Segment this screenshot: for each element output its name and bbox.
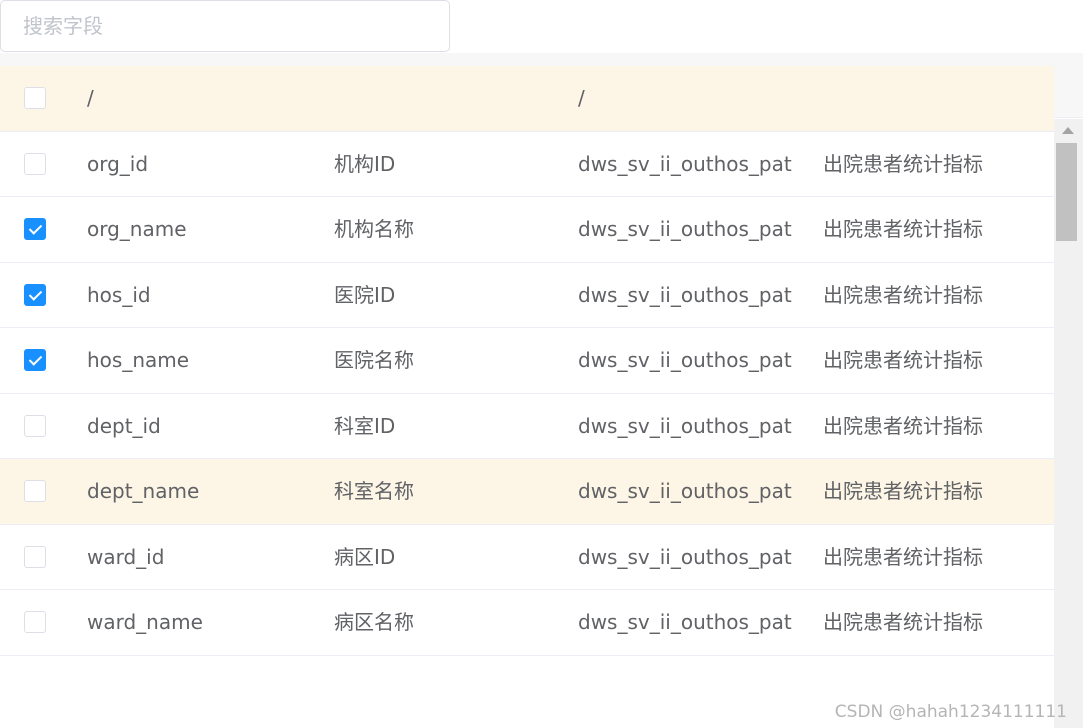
table-row[interactable]: org_name 机构名称 dws_sv_ii_outhos_pat 出院患者统计指标 (0, 197, 1054, 263)
field-comment-cell: 病区ID (334, 544, 396, 569)
row-checkbox[interactable] (24, 218, 46, 241)
field-comment-cell: 医院ID (334, 282, 396, 307)
field-name-cell: ward_name (87, 610, 203, 634)
table-comment-cell: 出院患者统计指标 (823, 217, 983, 241)
table-comment-cell: 出院患者统计指标 (823, 610, 983, 634)
field-name-cell: dept_id (87, 413, 161, 438)
row-checkbox[interactable] (24, 349, 46, 372)
table-name-cell: dws_sv_ii_outhos_pat (578, 610, 792, 634)
field-picker-panel: 字段名称 字段注释 表名 表注释 //org_id机构IDdws_sv_ii_o… (0, 0, 1083, 728)
field-comment-cell: 科室ID (334, 413, 396, 438)
table-row[interactable]: ward_id 病区ID dws_sv_ii_outhos_pat 出院患者统计指标 (0, 524, 1054, 590)
table-comment-cell: 出院患者统计指标 (823, 282, 983, 307)
table-comment-cell: 出院患者统计指标 (823, 151, 983, 176)
search-box[interactable] (0, 0, 450, 52)
search-input[interactable] (1, 1, 449, 51)
table-name-cell: dws_sv_ii_outhos_pat (578, 217, 792, 241)
field-name-cell: ward_id (87, 544, 165, 569)
table-row[interactable]: ward_name 病区名称 dws_sv_ii_outhos_pat 出院患者统计指… (0, 590, 1054, 656)
table-row[interactable]: org_id 机构ID dws_sv_ii_outhos_pat 出院患者统计指标 (0, 131, 1054, 197)
field-name-cell: org_name (87, 217, 187, 241)
field-comment-cell: 机构ID (334, 151, 396, 176)
field-name-cell: / (87, 86, 94, 110)
table-comment-cell: 出院患者统计指标 (823, 413, 983, 438)
table-row[interactable]: hos_id 医院ID dws_sv_ii_outhos_pat 出院患者统计指标 (0, 262, 1054, 328)
table-name-cell: dws_sv_ii_outhos_pat (578, 413, 792, 438)
table-row[interactable]: dept_id 科室ID dws_sv_ii_outhos_pat 出院患者统计指标 (0, 393, 1054, 459)
row-checkbox[interactable] (24, 545, 46, 568)
field-comment-cell: 科室名称 (334, 479, 414, 503)
table-name-cell: dws_sv_ii_outhos_pat (578, 151, 792, 176)
table-name-cell: / (578, 86, 585, 110)
field-name-cell: hos_name (87, 348, 190, 372)
table-comment-cell: 出院患者统计指标 (823, 544, 983, 569)
row-checkbox[interactable] (24, 87, 46, 110)
field-name-cell: org_id (87, 151, 149, 176)
row-checkbox[interactable] (24, 414, 46, 437)
vertical-scrollbar[interactable] (1054, 119, 1083, 728)
table-comment-cell: 出院患者统计指标 (823, 479, 983, 503)
scroll-up-arrow-icon[interactable] (1062, 127, 1074, 134)
table-name-cell: dws_sv_ii_outhos_pat (578, 479, 792, 503)
row-checkbox[interactable] (24, 283, 46, 306)
table-row[interactable]: dept_name 科室名称 dws_sv_ii_outhos_pat 出院患者统计指… (0, 459, 1054, 525)
field-comment-cell: 病区名称 (334, 610, 414, 634)
table-comment-cell: 出院患者统计指标 (823, 348, 983, 372)
table-row[interactable]: / / (0, 66, 1054, 132)
field-comment-cell: 机构名称 (334, 217, 414, 241)
field-name-cell: dept_name (87, 479, 200, 503)
row-checkbox[interactable] (24, 152, 46, 175)
scroll-thumb[interactable] (1056, 143, 1077, 241)
row-checkbox[interactable] (24, 480, 46, 503)
table-name-cell: dws_sv_ii_outhos_pat (578, 348, 792, 372)
row-checkbox[interactable] (24, 611, 46, 634)
watermark: CSDN @hahah1234111111 (834, 702, 1067, 722)
table-name-cell: dws_sv_ii_outhos_pat (578, 544, 792, 569)
field-name-cell: hos_id (87, 282, 151, 307)
table-row[interactable]: hos_name 医院名称 dws_sv_ii_outhos_pat 出院患者统计指标 (0, 328, 1054, 394)
field-comment-cell: 医院名称 (334, 348, 414, 372)
table-name-cell: dws_sv_ii_outhos_pat (578, 282, 792, 307)
table-body: / / org_id 机构ID dws_sv_ii_outhos_pat 出院患者统计指标… (0, 66, 1054, 675)
